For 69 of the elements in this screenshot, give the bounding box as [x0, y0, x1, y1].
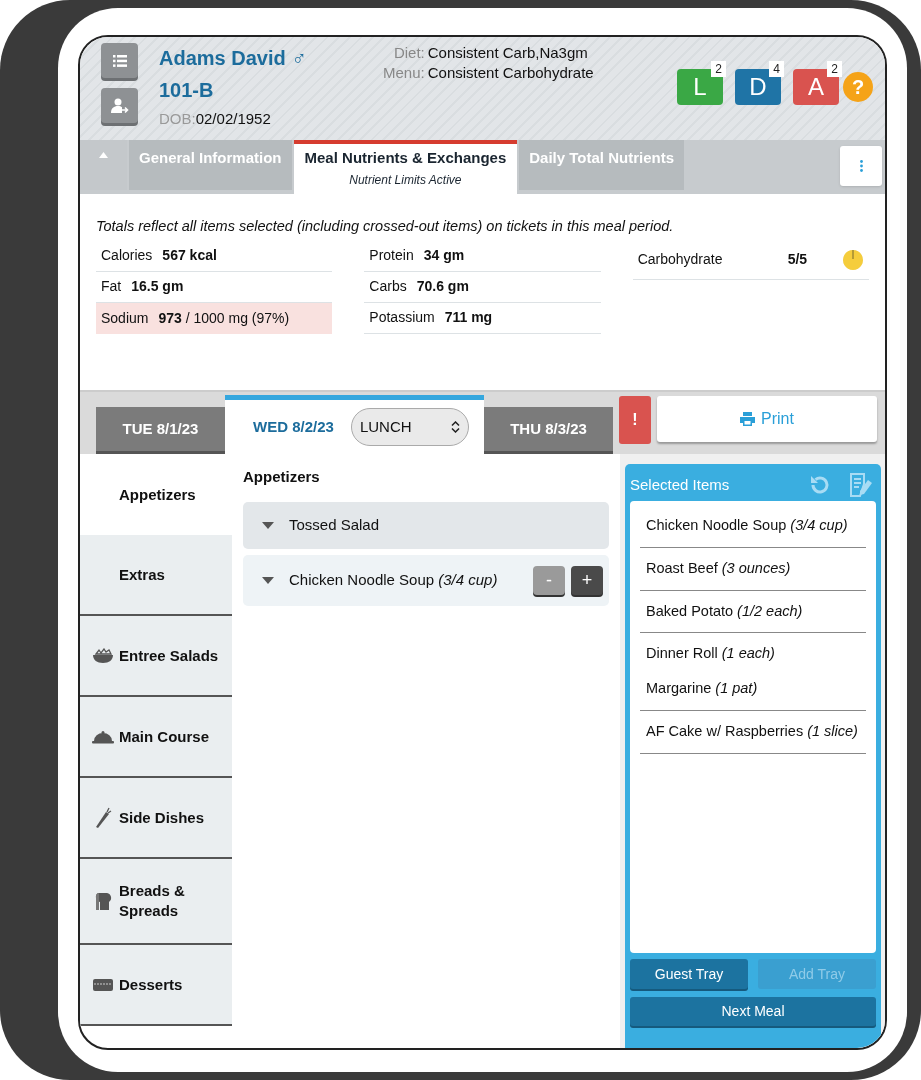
printer-icon: [740, 412, 756, 426]
nutrient-label: Potassium: [369, 308, 435, 328]
nutrient-value: 567 kcal: [162, 246, 217, 266]
exchange-label: Carbohydrate: [637, 250, 724, 270]
dob-label: DOB:: [159, 109, 196, 129]
date-tab[interactable]: TUE 8/1/23: [96, 407, 225, 454]
date-tab[interactable]: THU 8/3/23: [484, 407, 613, 454]
patient-name: Adams David: [159, 46, 286, 71]
count-badge: 4: [769, 61, 784, 77]
meal-select[interactable]: LUNCH: [350, 408, 469, 446]
cloche-icon: [91, 729, 115, 744]
menu-item-name: Tossed Salad: [289, 514, 380, 535]
nutrient-value: 70.6 gm: [416, 277, 469, 297]
category-item[interactable]: Entree Salads: [80, 616, 232, 697]
nutrients-note: Totals reflect all items selected (including crossed-out items) on tickets in this meal period.: [96, 217, 675, 236]
gender-symbol: ♂: [291, 46, 307, 71]
menu-item-name: Chicken Noodle Soup (3/4 cup): [289, 569, 498, 590]
nutrient-value: 973 / 1000 mg (97%): [158, 308, 290, 328]
tab[interactable]: Meal Nutrients & Exchanges Nutrient Limits Active: [293, 140, 518, 194]
category-item[interactable]: Breads & Spreads: [80, 859, 232, 945]
diet-label: Menu:: [382, 63, 425, 83]
selected-item: Chicken Noodle Soup (3/4 cup): [645, 516, 849, 535]
nutrient-label: Calories: [101, 246, 153, 266]
panel-title: Selected Items: [630, 474, 730, 495]
cake-icon: [92, 977, 114, 992]
diet-value: Consistent Carbohydrate: [427, 63, 594, 83]
diet-label: Diet:: [392, 43, 425, 63]
notes-edit-icon: [848, 472, 874, 498]
quantity-button[interactable]: +: [571, 565, 603, 595]
dob-value: 02/02/1952: [195, 109, 271, 129]
exchange-value: 5/5: [787, 250, 808, 270]
menu-item[interactable]: Tossed Salad: [243, 501, 609, 549]
more-vertical-icon: [859, 160, 863, 172]
category-item[interactable]: Side Dishes: [80, 778, 232, 859]
selected-item: Dinner Roll (1 each): [645, 644, 776, 664]
user-transfer-button[interactable]: [101, 88, 138, 123]
nutrient-label: Protein: [369, 246, 414, 266]
category-item[interactable]: Main Course: [80, 697, 232, 778]
category-item[interactable]: Desserts: [80, 945, 232, 1026]
tray-button[interactable]: Guest Tray: [630, 959, 748, 989]
room-number: 101-B: [159, 78, 215, 103]
user-arrow-icon: [110, 97, 129, 114]
diet-value: Consistent Carb,Na3gm: [427, 43, 588, 63]
date-tab[interactable]: WED 8/2/23: [253, 415, 334, 439]
list-button[interactable]: [101, 43, 138, 78]
bread-icon: [93, 891, 113, 911]
count-badge: 2: [711, 61, 726, 77]
caret-down-icon: [262, 521, 274, 529]
chevron-updown-icon: [450, 421, 460, 433]
nutrient-value: 711 mg: [444, 308, 493, 328]
selected-item: Baked Potato (1/2 each): [645, 601, 804, 621]
nutrient-label: Fat: [101, 277, 122, 297]
nutrient-label: Sodium: [101, 308, 149, 328]
caret-up-icon: [99, 152, 108, 158]
count-badge: 2: [827, 61, 842, 77]
selected-item: AF Cake w/ Raspberries (1 slice): [645, 721, 859, 741]
caret-down-icon: [262, 576, 274, 584]
alert-button[interactable]: !: [619, 396, 651, 444]
selected-item: Roast Beef (3 ounces): [645, 558, 792, 578]
print-button[interactable]: Print: [657, 396, 877, 442]
nutrient-value: 16.5 gm: [131, 277, 184, 297]
list-icon: [112, 54, 127, 67]
section-title: Appetizers: [243, 467, 321, 487]
nutrient-value: 34 gm: [423, 246, 465, 266]
salad-bowl-icon: [92, 647, 114, 664]
next-meal-button[interactable]: Next Meal: [630, 997, 876, 1026]
category-item[interactable]: Extras: [80, 535, 232, 616]
nutrient-label: Carbs: [369, 277, 407, 297]
selected-item: Margarine (1 pat): [645, 679, 759, 698]
